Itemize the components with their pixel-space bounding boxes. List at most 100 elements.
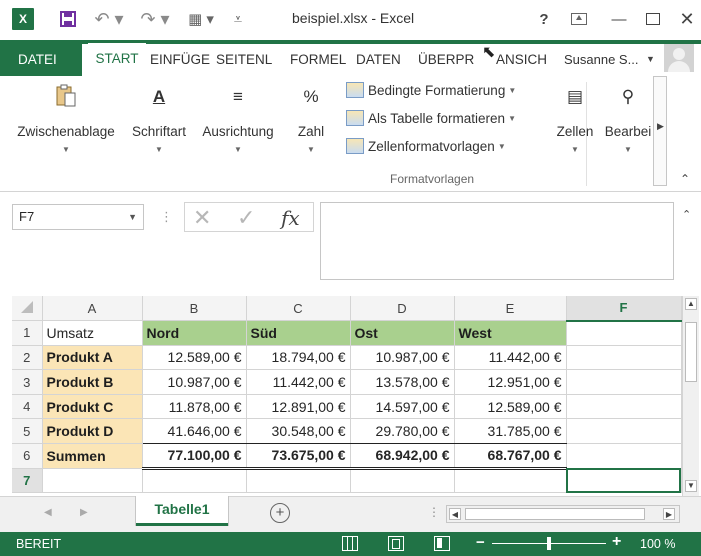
- scroll-thumb[interactable]: [465, 508, 645, 520]
- name-box[interactable]: F7 ▼: [12, 204, 144, 230]
- row-header[interactable]: 6: [12, 443, 43, 469]
- cell-c6[interactable]: 73.675,00 €: [246, 443, 351, 470]
- collapse-ribbon-icon[interactable]: ⌃: [680, 172, 690, 186]
- cell-d7[interactable]: [350, 468, 455, 494]
- cell-a5[interactable]: Produkt D: [42, 418, 143, 445]
- cell-a2[interactable]: Produkt A: [42, 345, 143, 371]
- cell-c1[interactable]: Süd: [246, 320, 351, 346]
- formula-input[interactable]: [320, 202, 674, 280]
- cell-b1[interactable]: Nord: [142, 320, 247, 346]
- previous-sheet-icon[interactable]: ◀: [44, 507, 52, 518]
- redo-icon[interactable]: ↷ ▾: [140, 8, 170, 30]
- cell-c7[interactable]: [246, 468, 351, 494]
- tab-formeln[interactable]: FORMEL: [290, 44, 346, 76]
- cell-styles-button[interactable]: Zellenformatvorlagen ▼: [346, 138, 506, 154]
- next-sheet-icon[interactable]: ▶: [80, 507, 88, 518]
- cell-d4[interactable]: 14.597,00 €: [350, 394, 455, 420]
- cell-a6[interactable]: Summen: [42, 443, 143, 469]
- alignment-button[interactable]: ≡ Ausrichtung ▼: [196, 84, 280, 154]
- chevron-down-icon[interactable]: ▼: [646, 54, 655, 64]
- chevron-up-icon[interactable]: ⌃: [682, 208, 691, 221]
- undo-icon[interactable]: ↶ ▾: [94, 8, 124, 30]
- tab-datei[interactable]: DATEI: [18, 44, 57, 76]
- vertical-scrollbar[interactable]: ▲ ▼: [682, 296, 699, 496]
- cell-e3[interactable]: 12.951,00 €: [454, 369, 567, 395]
- cancel-icon[interactable]: ✕: [193, 205, 211, 231]
- cell-a1[interactable]: Umsatz: [42, 320, 143, 346]
- tab-daten[interactable]: DATEN: [356, 44, 401, 76]
- format-as-table-button[interactable]: Als Tabelle formatieren ▼: [346, 110, 516, 126]
- scroll-right-icon[interactable]: ▶: [663, 508, 675, 520]
- chevron-down-icon[interactable]: ▼: [128, 205, 137, 229]
- cell-e4[interactable]: 12.589,00 €: [454, 394, 567, 420]
- cell-b4[interactable]: 11.878,00 €: [142, 394, 247, 420]
- column-header-f[interactable]: F: [566, 296, 682, 322]
- row-header[interactable]: 2: [12, 345, 43, 371]
- avatar[interactable]: [664, 44, 694, 72]
- tab-seitenlayout[interactable]: SEITENL: [216, 44, 272, 76]
- tab-start[interactable]: START: [88, 43, 146, 76]
- scroll-left-icon[interactable]: ◀: [449, 508, 461, 520]
- cell-a7[interactable]: [42, 468, 143, 494]
- column-header-e[interactable]: E: [454, 296, 567, 322]
- cell-f5[interactable]: [566, 418, 682, 445]
- cell-b7[interactable]: [142, 468, 247, 494]
- cell-a3[interactable]: Produkt B: [42, 369, 143, 395]
- sheet-tab-tabelle1[interactable]: Tabelle1: [136, 496, 228, 526]
- font-button[interactable]: A Schriftart ▼: [128, 84, 190, 154]
- cell-b6[interactable]: 77.100,00 €: [142, 443, 247, 470]
- sheet-splitter-icon[interactable]: ⋮: [428, 505, 440, 519]
- column-header-b[interactable]: B: [142, 296, 247, 322]
- maximize-icon[interactable]: [642, 8, 664, 30]
- minimize-icon[interactable]: —: [608, 8, 630, 30]
- zoom-slider-thumb[interactable]: [547, 537, 551, 550]
- form-icon[interactable]: ▦ ▾: [186, 8, 216, 30]
- cell-e2[interactable]: 11.442,00 €: [454, 345, 567, 371]
- add-sheet-icon[interactable]: +: [270, 503, 290, 523]
- tab-einfuegen[interactable]: EINFÜGE: [150, 44, 210, 76]
- help-icon[interactable]: ?: [536, 8, 552, 30]
- row-header[interactable]: 7: [12, 468, 43, 494]
- zoom-in-button[interactable]: +: [612, 533, 621, 551]
- scroll-thumb[interactable]: [685, 322, 697, 382]
- row-header[interactable]: 1: [12, 320, 43, 346]
- page-layout-icon[interactable]: [388, 536, 404, 551]
- customize-qat-icon[interactable]: ⩡: [230, 8, 246, 30]
- tab-ueberpruefen[interactable]: ÜBERPR: [418, 44, 474, 76]
- cell-d3[interactable]: 13.578,00 €: [350, 369, 455, 395]
- row-header[interactable]: 4: [12, 394, 43, 420]
- cell-f6[interactable]: [566, 443, 682, 469]
- ribbon-scroll-right[interactable]: ▶: [653, 76, 667, 186]
- conditional-formatting-button[interactable]: Bedingte Formatierung ▼: [346, 82, 516, 98]
- cell-d6[interactable]: 68.942,00 €: [350, 443, 455, 470]
- cell-c5[interactable]: 30.548,00 €: [246, 418, 351, 445]
- normal-view-icon[interactable]: [342, 536, 358, 551]
- cell-d5[interactable]: 29.780,00 €: [350, 418, 455, 445]
- cell-f2[interactable]: [566, 345, 682, 371]
- cell-d2[interactable]: 10.987,00 €: [350, 345, 455, 371]
- drag-handle-icon[interactable]: ⋮: [160, 209, 174, 225]
- cell-c4[interactable]: 12.891,00 €: [246, 394, 351, 420]
- cell-e7[interactable]: [454, 468, 567, 494]
- insert-function-button[interactable]: fx: [281, 206, 300, 230]
- cell-b5[interactable]: 41.646,00 €: [142, 418, 247, 445]
- cell-e1[interactable]: West: [454, 320, 567, 346]
- cell-f1[interactable]: [566, 320, 682, 346]
- scroll-up-icon[interactable]: ▲: [685, 298, 697, 310]
- cell-c2[interactable]: 18.794,00 €: [246, 345, 351, 371]
- page-break-preview-icon[interactable]: [434, 536, 450, 551]
- ribbon-display-options-icon[interactable]: [568, 8, 590, 30]
- clipboard-button[interactable]: Zwischenablage ▼: [12, 84, 120, 154]
- number-button[interactable]: % Zahl ▼: [288, 84, 334, 154]
- user-name[interactable]: Susanne S...: [564, 52, 638, 67]
- close-icon[interactable]: ✕: [676, 8, 698, 30]
- column-header-d[interactable]: D: [350, 296, 455, 322]
- tab-ansicht[interactable]: ANSICH: [496, 44, 547, 76]
- row-header[interactable]: 3: [12, 369, 43, 395]
- editing-button[interactable]: ⚲ Bearbei ▼: [604, 84, 652, 154]
- cell-b2[interactable]: 12.589,00 €: [142, 345, 247, 371]
- save-icon[interactable]: [58, 8, 78, 30]
- cell-a4[interactable]: Produkt C: [42, 394, 143, 420]
- cell-e5[interactable]: 31.785,00 €: [454, 418, 567, 445]
- cell-f3[interactable]: [566, 369, 682, 395]
